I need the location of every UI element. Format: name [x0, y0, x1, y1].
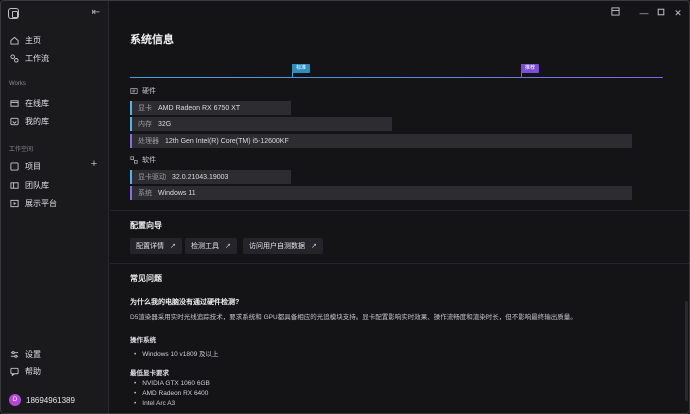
- list-item: NVIDIA GTX 1060 6GB: [134, 380, 210, 387]
- user-name: 18694961389: [26, 395, 75, 405]
- nav-item-label: 工作流: [25, 53, 49, 63]
- section-label-workspace: 工作空间: [9, 147, 34, 153]
- row-value: 32G: [158, 120, 172, 128]
- help-icon: [9, 366, 19, 376]
- user-test-data-button[interactable]: 访问用户自测数据 ↗: [243, 238, 323, 254]
- hardware-row-gpu: 显卡 AMD Radeon RX 6750 XT: [130, 101, 291, 115]
- faq-question: 为什么我的电脑没有通过硬件检测?: [130, 299, 240, 306]
- software-heading-label: 软件: [142, 157, 156, 164]
- sidebar: ⇤ 主页 工作流 Works 在线库 我的库 工作空间 + 项目 团队库 展示平…: [1, 1, 109, 413]
- row-value: AMD Radeon RX 6750 XT: [158, 104, 241, 112]
- nav-item-online-library[interactable]: 在线库: [7, 95, 103, 111]
- page-title: 系统信息: [130, 34, 174, 46]
- external-link-icon: ↗: [170, 243, 176, 250]
- nav-item-label: 我的库: [25, 116, 49, 126]
- row-value: 12th Gen Intel(R) Core(TM) i5-12600KF: [165, 137, 289, 145]
- hardware-row-cpu: 处理器 12th Gen Intel(R) Core(TM) i5-12600K…: [130, 134, 632, 148]
- list-item: Windows 10 v1809 及以上: [134, 348, 218, 358]
- collapse-sidebar-icon[interactable]: ⇤: [89, 6, 103, 20]
- nav-item-settings[interactable]: 设置: [7, 346, 103, 362]
- button-label: 配置详情: [136, 243, 164, 250]
- nav-item-project[interactable]: 项目: [7, 158, 103, 174]
- row-key: 显卡: [138, 105, 152, 112]
- row-key: 处理器: [138, 138, 159, 145]
- nav-item-label: 项目: [25, 161, 41, 171]
- config-details-button[interactable]: 配置详情 ↗: [130, 238, 182, 254]
- faq-heading: 常见问题: [130, 274, 162, 283]
- performance-track: [130, 77, 663, 78]
- divider: [110, 263, 689, 264]
- external-link-icon: ↗: [311, 243, 317, 250]
- external-link-icon: ↗: [225, 243, 231, 250]
- nav-item-team-library[interactable]: 团队库: [7, 177, 103, 193]
- hardware-heading: 硬件: [130, 86, 156, 96]
- project-icon: [9, 161, 19, 171]
- nav-item-my-library[interactable]: 我的库: [7, 113, 103, 129]
- my-library-icon: [9, 116, 19, 126]
- list-item: Intel Arc A3: [134, 400, 175, 407]
- list-item: AMD Radeon RX 6400: [134, 390, 208, 397]
- config-guide-heading: 配置向导: [130, 221, 162, 230]
- app-logo: [8, 8, 19, 19]
- nav-item-label: 团队库: [25, 180, 49, 190]
- nav-item-workflow[interactable]: 工作流: [7, 50, 103, 66]
- team-library-icon: [9, 180, 19, 190]
- section-label-works: Works: [9, 81, 26, 87]
- software-heading: 软件: [130, 155, 156, 165]
- faq-answer: D5渲染器采用实时光线追踪技术，要求系统和 GPU都具备相应的光追模块支持。显卡…: [130, 314, 577, 321]
- nav-item-home[interactable]: 主页: [7, 32, 103, 48]
- row-value: Windows 11: [158, 189, 196, 197]
- detection-tool-button[interactable]: 检测工具 ↗: [185, 238, 237, 254]
- main-content: 系统信息 标准 推荐 硬件 显卡 AMD Radeon RX 6750 XT 内…: [110, 1, 689, 413]
- software-icon: [130, 156, 138, 164]
- nav-item-showcase[interactable]: 展示平台: [7, 195, 103, 211]
- showcase-icon: [9, 198, 19, 208]
- divider: [110, 210, 689, 211]
- nav-item-label: 展示平台: [25, 198, 57, 208]
- button-label: 访问用户自测数据: [249, 243, 305, 250]
- user-profile[interactable]: D 18694961389: [9, 394, 75, 406]
- nav-item-label: 主页: [25, 35, 41, 45]
- online-library-icon: [9, 98, 19, 108]
- nav-item-help[interactable]: 帮助: [7, 363, 103, 379]
- gpu-requirement-heading: 最低显卡要求: [130, 370, 169, 377]
- settings-icon: [9, 349, 19, 359]
- hardware-row-memory: 内存 32G: [130, 117, 392, 131]
- workflow-icon: [9, 53, 19, 63]
- nav-item-label: 帮助: [25, 366, 41, 376]
- recommended-marker-tag: 推荐: [521, 64, 540, 73]
- home-icon: [9, 35, 19, 45]
- hardware-icon: [130, 87, 138, 95]
- row-key: 内存: [138, 121, 152, 128]
- button-label: 检测工具: [191, 243, 219, 250]
- nav-item-label: 设置: [25, 349, 41, 359]
- os-requirement-heading: 操作系统: [130, 337, 156, 344]
- standard-marker-tag: 标准: [292, 64, 311, 73]
- software-row-os: 系统 Windows 11: [130, 186, 632, 200]
- avatar: D: [9, 394, 21, 406]
- nav-item-label: 在线库: [25, 98, 49, 108]
- hardware-heading-label: 硬件: [142, 88, 156, 95]
- app-window: ⇤ 主页 工作流 Works 在线库 我的库 工作空间 + 项目 团队库 展示平…: [0, 0, 690, 414]
- row-key: 系统: [138, 190, 152, 197]
- software-row-driver: 显卡驱动 32.0.21043.19003: [130, 170, 291, 184]
- scrollbar[interactable]: [685, 301, 688, 401]
- row-key: 显卡驱动: [138, 174, 166, 181]
- row-value: 32.0.21043.19003: [172, 173, 229, 181]
